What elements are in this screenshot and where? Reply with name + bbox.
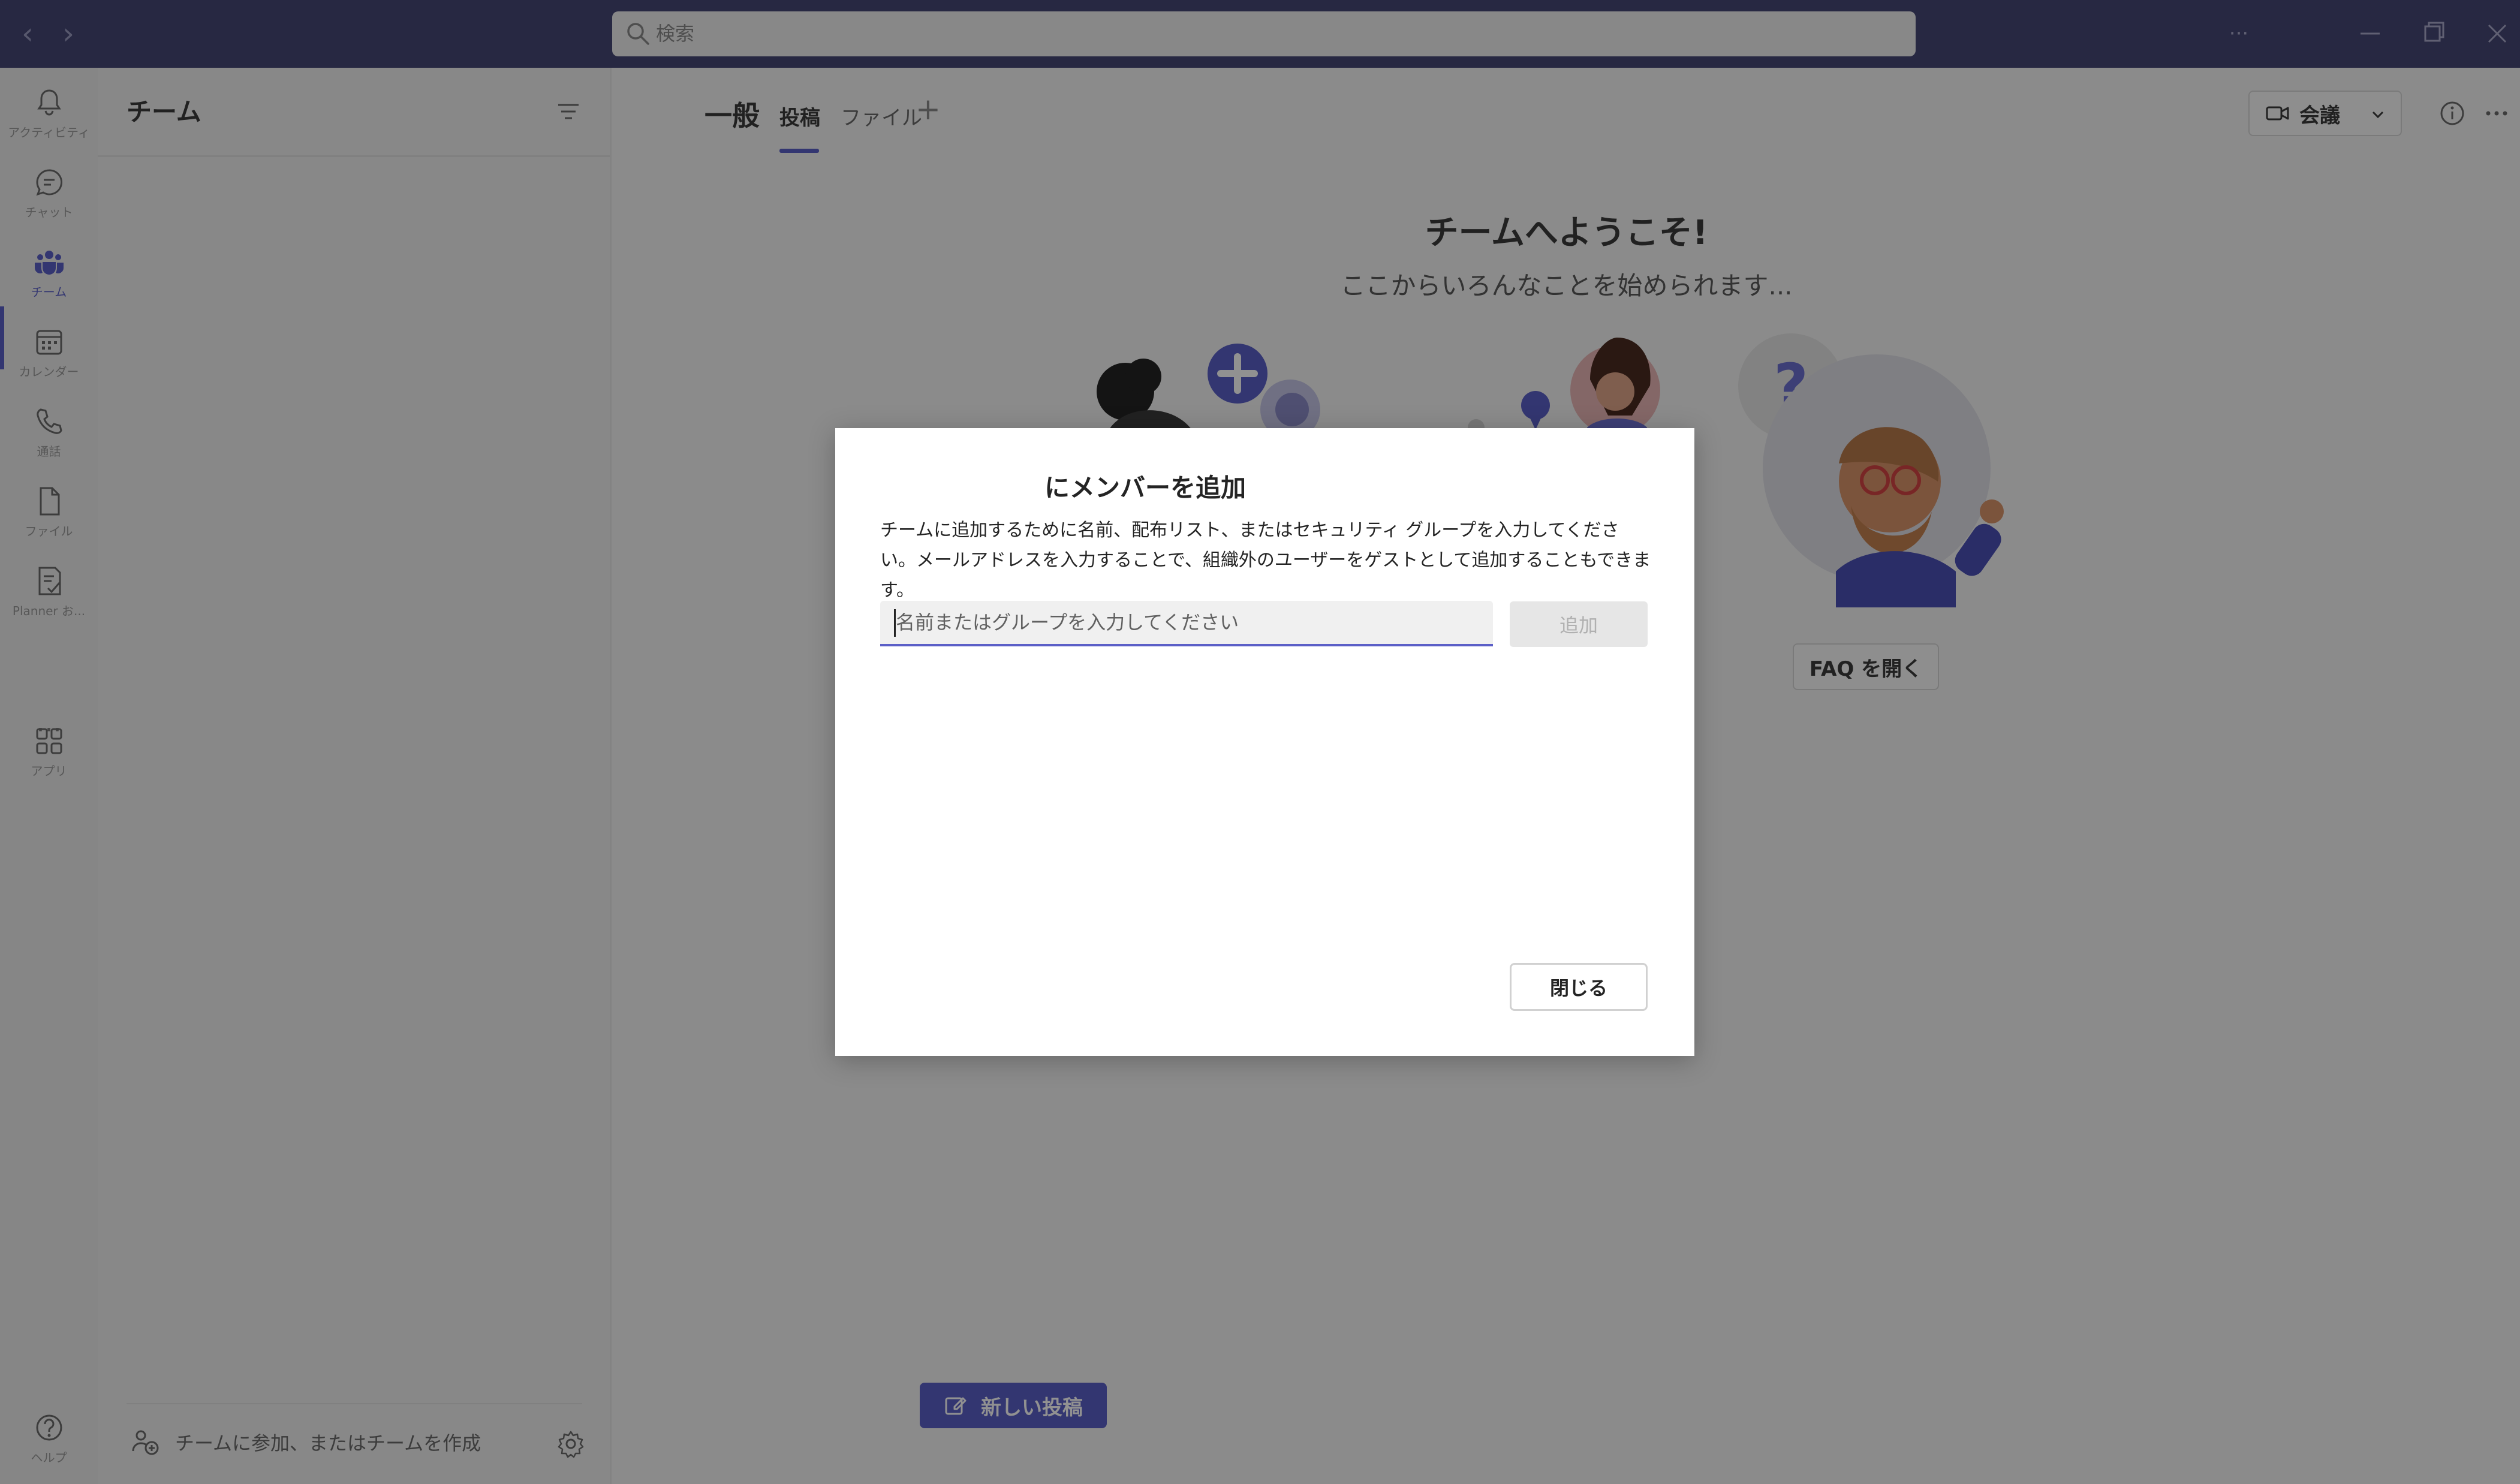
dialog-title: にメンバーを追加 [1044, 473, 1247, 502]
text-caret [894, 609, 896, 637]
dialog-description: チームに追加するために名前、配布リスト、またはセキュリティ グループを入力してく… [880, 520, 1651, 601]
close-button[interactable]: 閉じる [1510, 963, 1648, 1011]
add-button[interactable]: 追加 [1510, 601, 1648, 647]
add-members-dialog: にメンバーを追加 チームに追加するために名前、配布リスト、またはセキュリティ グ… [835, 428, 1694, 1056]
member-search-input[interactable] [880, 601, 1493, 646]
